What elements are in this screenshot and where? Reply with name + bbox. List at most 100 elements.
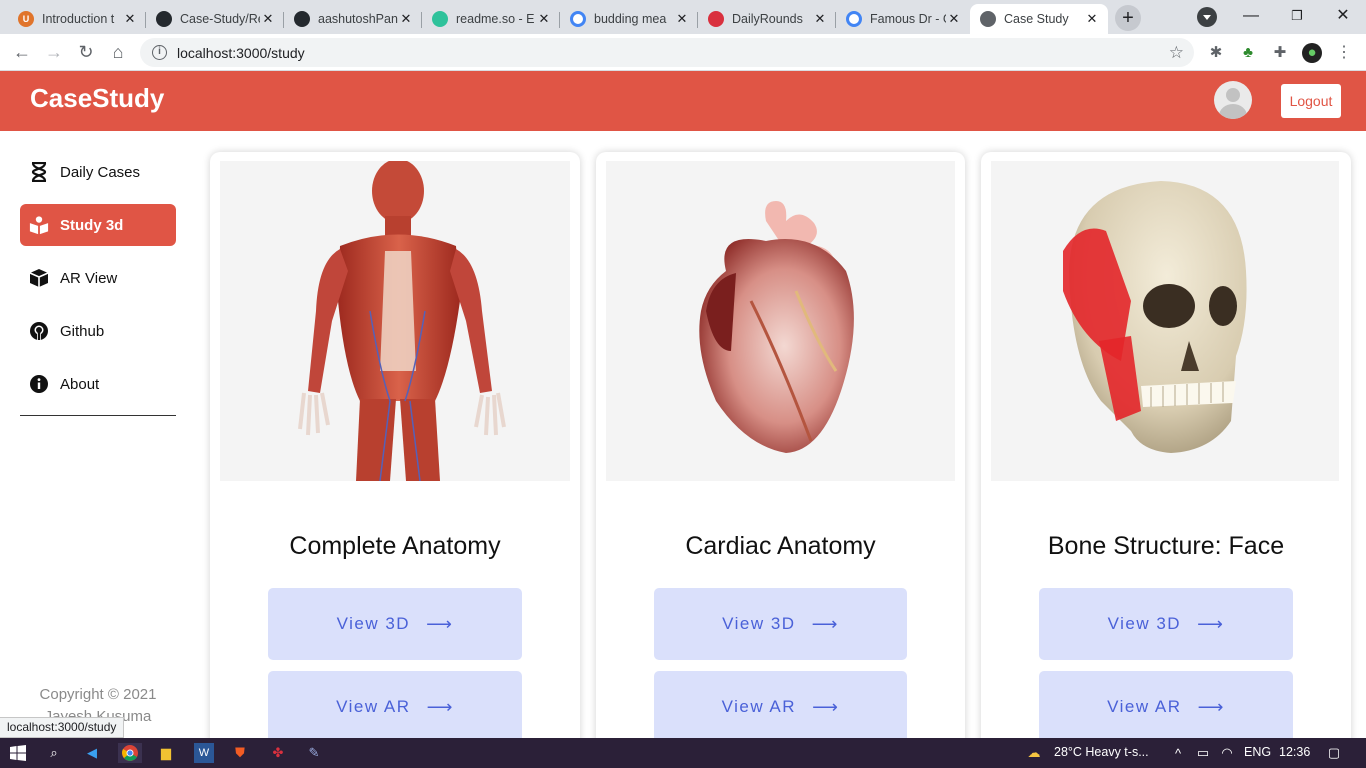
close-tab-icon[interactable]: ✕ xyxy=(398,11,414,27)
study-card-complete-anatomy: Complete Anatomy View 3D ⟶ View AR ⟶ xyxy=(210,152,580,752)
weather-icon[interactable]: ☁ xyxy=(1024,743,1044,763)
tab-title: Case Study xyxy=(1004,12,1069,26)
close-window-icon[interactable]: ✕ xyxy=(1320,0,1366,34)
search-icon[interactable]: ⌕ xyxy=(44,743,64,763)
address-bar[interactable]: i localhost:3000/study ☆ xyxy=(140,38,1194,67)
arrow-right-icon: ⟶ xyxy=(426,613,454,634)
cube-icon xyxy=(29,268,49,288)
language-indicator[interactable]: ENG xyxy=(1244,745,1271,759)
close-tab-icon[interactable]: ✕ xyxy=(122,11,138,27)
restore-window-icon[interactable]: ❐ xyxy=(1274,0,1320,34)
tab-title: Case-Study/Re xyxy=(180,12,260,26)
tab-title: readme.so - E xyxy=(456,12,535,26)
close-tab-icon[interactable]: ✕ xyxy=(536,11,552,27)
github-favicon-icon xyxy=(294,11,310,27)
home-icon[interactable]: ⌂ xyxy=(106,40,130,64)
button-label: View AR xyxy=(721,697,797,716)
view-3d-button[interactable]: View 3D ⟶ xyxy=(1039,588,1293,660)
forward-arrow-icon[interactable]: → xyxy=(42,40,66,64)
view-3d-button[interactable]: View 3D ⟶ xyxy=(654,588,907,660)
browser-tab[interactable]: DailyRounds ✕ xyxy=(698,4,836,34)
link-status-bubble: localhost:3000/study xyxy=(0,717,125,738)
sidebar-item-daily-cases[interactable]: Daily Cases xyxy=(20,151,176,193)
close-tab-icon[interactable]: ✕ xyxy=(260,11,276,27)
browser-tab[interactable]: budding mea ✕ xyxy=(560,4,698,34)
github-icon xyxy=(29,321,49,341)
book-reader-icon xyxy=(29,215,49,235)
sidebar-item-label: Study 3d xyxy=(60,216,124,234)
sidebar-item-github[interactable]: Github xyxy=(20,310,176,352)
back-arrow-icon[interactable]: ← xyxy=(10,40,34,64)
tab-title: Introduction t xyxy=(42,12,115,26)
github-favicon-icon xyxy=(156,11,172,27)
new-tab-plus-icon[interactable]: + xyxy=(1115,5,1141,31)
view-ar-button[interactable]: View AR ⟶ xyxy=(654,671,907,743)
sidebar-item-label: AR View xyxy=(60,269,118,287)
google-favicon-icon xyxy=(570,11,586,27)
card-title: Cardiac Anatomy xyxy=(685,532,876,560)
windows-start-icon[interactable] xyxy=(8,743,28,763)
clock[interactable]: 12:36 xyxy=(1279,745,1310,759)
dailyrounds-favicon-icon xyxy=(708,11,724,27)
study-card-bone-structure-face: Bone Structure: Face View 3D ⟶ View AR ⟶ xyxy=(981,152,1351,752)
browser-tab[interactable]: readme.so - E ✕ xyxy=(422,4,560,34)
tab-title: budding mea xyxy=(594,12,667,26)
close-tab-icon[interactable]: ✕ xyxy=(674,11,690,27)
browser-tab[interactable]: U Introduction t ✕ xyxy=(8,4,146,34)
profile-avatar-icon[interactable]: ● xyxy=(1302,43,1322,63)
arrow-right-icon: ⟶ xyxy=(426,696,454,717)
close-tab-icon[interactable]: ✕ xyxy=(1084,11,1100,27)
sidebar-item-ar-view[interactable]: AR View xyxy=(20,257,176,299)
tab-title: DailyRounds xyxy=(732,12,803,26)
study-card-cardiac-anatomy: Cardiac Anatomy View 3D ⟶ View AR ⟶ xyxy=(596,152,965,752)
hourglass-icon xyxy=(29,162,49,182)
chevron-up-icon[interactable]: ^ xyxy=(1168,743,1188,763)
sidebar-item-label: About xyxy=(60,375,100,393)
view-ar-button[interactable]: View AR ⟶ xyxy=(268,671,522,743)
logout-button[interactable]: Logout xyxy=(1281,84,1341,118)
vscode-icon[interactable]: ◀ xyxy=(82,743,102,763)
view-ar-button[interactable]: View AR ⟶ xyxy=(1039,671,1293,743)
brave-browser-icon[interactable]: ⛊ xyxy=(230,743,250,763)
wifi-icon[interactable]: ◠ xyxy=(1217,743,1237,763)
user-avatar[interactable] xyxy=(1214,81,1252,119)
info-icon xyxy=(29,374,49,394)
brand-logo[interactable]: CaseStudy xyxy=(30,83,164,114)
paint-icon[interactable]: ✎ xyxy=(304,743,324,763)
browser-tab-active[interactable]: Case Study ✕ xyxy=(970,4,1108,34)
browser-tab[interactable]: aashutoshPan ✕ xyxy=(284,4,422,34)
browser-tab[interactable]: Famous Dr - G ✕ xyxy=(836,4,970,34)
sidebar-item-about[interactable]: About xyxy=(20,363,176,405)
readme-favicon-icon xyxy=(432,11,448,27)
acrobat-icon[interactable]: ✤ xyxy=(268,743,288,763)
tree-extension-icon[interactable]: ♣ xyxy=(1238,43,1258,63)
close-tab-icon[interactable]: ✕ xyxy=(946,11,962,27)
notifications-icon[interactable]: ▢ xyxy=(1324,743,1344,763)
tab-title: aashutoshPan xyxy=(318,12,398,26)
word-icon[interactable]: W xyxy=(194,743,214,763)
skull-anatomy-image xyxy=(991,161,1339,481)
extensions-puzzle-icon[interactable]: ✚ xyxy=(1270,43,1290,63)
bug-extension-icon[interactable]: ✱ xyxy=(1206,43,1226,63)
address-url[interactable]: localhost:3000/study xyxy=(177,45,305,61)
weather-status[interactable]: 28°C Heavy t-s... xyxy=(1054,745,1149,759)
arrow-right-icon: ⟶ xyxy=(811,613,839,634)
chrome-taskbar-icon[interactable] xyxy=(118,743,142,763)
tab-search-icon[interactable] xyxy=(1197,7,1217,27)
chrome-menu-icon[interactable]: ⋮ xyxy=(1334,43,1354,63)
card-title: Complete Anatomy xyxy=(289,532,501,560)
close-tab-icon[interactable]: ✕ xyxy=(812,11,828,27)
button-label: View 3D xyxy=(1107,614,1182,633)
sidebar-item-study-3d[interactable]: Study 3d xyxy=(20,204,176,246)
view-3d-button[interactable]: View 3D ⟶ xyxy=(268,588,522,660)
full-body-muscle-anatomy-image xyxy=(220,161,570,481)
site-info-icon[interactable]: i xyxy=(152,45,167,60)
card-title: Bone Structure: Face xyxy=(1047,532,1285,560)
reload-icon[interactable]: ↻ xyxy=(74,40,98,64)
browser-tab[interactable]: Case-Study/Re ✕ xyxy=(146,4,284,34)
tab-title: Famous Dr - G xyxy=(870,12,946,26)
minimize-window-icon[interactable]: — xyxy=(1228,0,1274,34)
file-explorer-icon[interactable]: ▆ xyxy=(156,743,176,763)
battery-icon[interactable]: ▭ xyxy=(1193,743,1213,763)
bookmark-star-icon[interactable]: ☆ xyxy=(1169,43,1184,63)
